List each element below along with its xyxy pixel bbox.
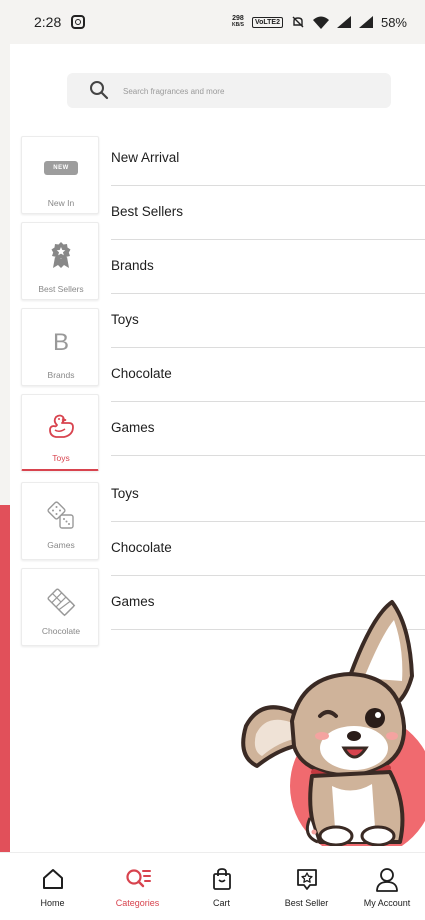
wifi-icon	[312, 16, 329, 29]
tile-label: Brands	[47, 370, 75, 380]
list-item-label: Best Sellers	[111, 204, 184, 219]
status-right: 298 KB/S VoLTE2 58%	[232, 15, 407, 30]
rubber-duck-icon-wrap	[22, 413, 100, 441]
nav-categories[interactable]: Categories	[95, 853, 180, 920]
list-item-label: Games	[111, 594, 155, 609]
list-item-label: Chocolate	[111, 540, 172, 555]
list-item-label: Games	[111, 420, 155, 435]
tile-label: Chocolate	[41, 626, 81, 636]
signal-icon-2	[358, 16, 373, 28]
mute-icon	[292, 16, 304, 28]
tile-brands[interactable]: B Brands	[21, 308, 99, 386]
star-badge-icon	[296, 869, 317, 890]
list-item-chocolate[interactable]: Chocolate	[111, 348, 425, 402]
search-icon	[90, 81, 109, 100]
network-speed-unit: KB/S	[231, 22, 244, 28]
shopping-bag-icon	[212, 868, 231, 890]
list-item-label: Chocolate	[111, 366, 172, 381]
tile-new-in[interactable]: NEW New In	[21, 136, 99, 214]
award-badge-icon	[51, 242, 71, 268]
user-icon	[376, 868, 398, 892]
rubber-duck-icon	[49, 414, 74, 438]
nav-label: Cart	[212, 898, 230, 908]
list-item-brands[interactable]: Brands	[111, 240, 425, 294]
network-speed: 298 KB/S	[232, 15, 244, 29]
dog-illustration	[241, 600, 425, 846]
dice-icon-wrap	[22, 501, 100, 531]
chocolate-bar-icon	[47, 588, 76, 617]
status-left: 2:28	[34, 14, 86, 30]
nav-label: Categories	[115, 898, 160, 908]
nav-home[interactable]: Home	[10, 853, 95, 920]
nav-label: Best Seller	[284, 898, 329, 908]
volte-icon: VoLTE2	[251, 16, 283, 28]
nav-cart[interactable]: Cart	[179, 853, 264, 920]
list-item-toys[interactable]: Toys	[111, 294, 425, 348]
new-badge: NEW	[44, 161, 78, 175]
tile-label: Toys	[52, 453, 70, 463]
list-item-label: Toys	[111, 312, 139, 327]
tile-label: Games	[47, 540, 75, 550]
battery-percent: 58%	[380, 14, 407, 30]
chocolate-bar-icon-wrap	[22, 587, 100, 617]
tile-best-sellers[interactable]: Best Sellers	[21, 222, 99, 300]
nav-best-seller[interactable]: Best Seller	[264, 853, 349, 920]
status-time: 2:28	[34, 14, 62, 30]
nav-my-account[interactable]: My Account	[349, 853, 425, 920]
tile-toys[interactable]: Toys	[21, 394, 99, 471]
tile-chocolate[interactable]: Chocolate	[21, 568, 99, 646]
nav-label: Home	[40, 898, 65, 908]
status-bar: 2:28 298 KB/S VoLTE2 58%	[0, 0, 425, 44]
tile-label: New In	[47, 198, 75, 208]
award-badge-icon-wrap	[22, 241, 100, 269]
signal-icon	[336, 16, 351, 28]
list-item-label: New Arrival	[111, 150, 180, 165]
tile-games[interactable]: Games	[21, 482, 99, 560]
search-input[interactable]	[123, 81, 363, 101]
brand-letter: B	[52, 329, 69, 356]
letter-b-icon: B	[22, 329, 100, 357]
home-icon	[42, 869, 63, 889]
list-item-label: Toys	[111, 486, 139, 501]
new-badge-icon: NEW	[22, 161, 100, 175]
tile-label: Best Sellers	[38, 284, 84, 294]
list-item-games[interactable]: Games	[111, 402, 425, 456]
search-bar[interactable]	[67, 73, 391, 108]
dice-icon	[47, 501, 74, 529]
nav-label: My Account	[363, 898, 411, 908]
list-item-toys-2[interactable]: Toys	[111, 468, 425, 522]
categories-icon	[125, 869, 151, 888]
network-speed-value: 298	[232, 15, 244, 22]
instagram-icon	[71, 15, 86, 29]
list-item-chocolate-2[interactable]: Chocolate	[111, 522, 425, 576]
bottom-nav: Home Categories Cart Best Seller My Acco…	[0, 852, 425, 920]
list-item-new-arrival[interactable]: New Arrival	[111, 132, 425, 186]
list-item-best-sellers[interactable]: Best Sellers	[111, 186, 425, 240]
list-item-label: Brands	[111, 258, 154, 273]
